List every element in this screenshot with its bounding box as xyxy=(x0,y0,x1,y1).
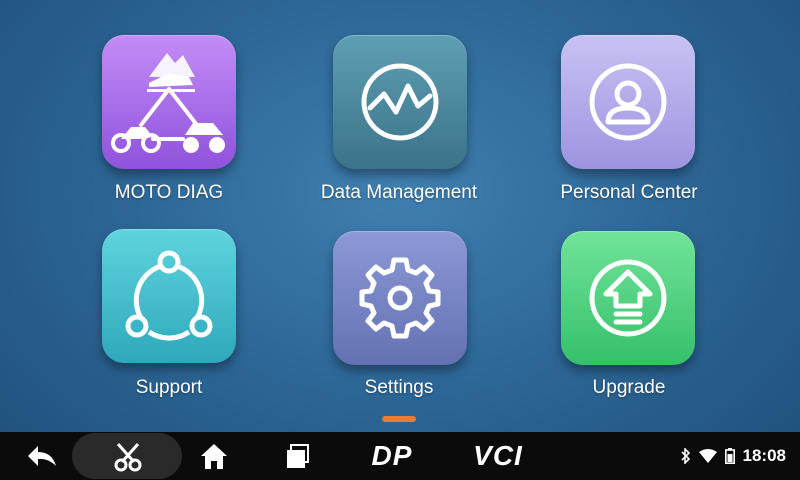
recent-apps-button[interactable] xyxy=(270,432,326,480)
settings-label: Settings xyxy=(364,377,434,398)
waveform-icon xyxy=(361,63,439,141)
scissors-button[interactable] xyxy=(100,432,156,480)
personal-center-label: Personal Center xyxy=(560,182,698,203)
back-icon xyxy=(28,446,56,466)
dp-button[interactable]: DP xyxy=(356,432,428,480)
recent-apps-icon xyxy=(287,444,309,468)
user-icon xyxy=(589,63,667,141)
vci-logo: VCI xyxy=(473,440,523,471)
support-label: Support xyxy=(135,377,203,398)
home-icon xyxy=(201,444,227,469)
scissors-icon xyxy=(114,443,142,472)
page-indicator xyxy=(382,416,416,422)
upgrade-label: Upgrade xyxy=(592,377,666,398)
battery-icon xyxy=(724,448,735,464)
data-management-tile[interactable] xyxy=(333,35,467,169)
personal-center-tile[interactable] xyxy=(561,35,695,169)
moto-diag-tile[interactable] xyxy=(102,35,236,169)
home-button[interactable] xyxy=(186,432,242,480)
moto-diag-icon xyxy=(111,53,225,153)
status-area: 18:08 xyxy=(680,432,786,480)
back-button[interactable] xyxy=(14,432,70,480)
clock-time: 18:08 xyxy=(742,446,786,465)
wifi-icon xyxy=(698,449,717,463)
data-management-label: Data Management xyxy=(320,182,478,203)
gear-icon xyxy=(359,257,441,339)
dp-logo: DP xyxy=(371,440,413,471)
bluetooth-icon xyxy=(680,448,690,464)
moto-diag-label: MOTO DIAG xyxy=(114,182,224,203)
support-tile[interactable] xyxy=(102,229,236,363)
share-network-icon xyxy=(125,250,213,341)
settings-tile[interactable] xyxy=(333,231,467,365)
upgrade-tile[interactable] xyxy=(561,231,695,365)
upload-arrow-icon xyxy=(589,259,667,337)
vci-button[interactable]: VCI xyxy=(458,432,538,480)
